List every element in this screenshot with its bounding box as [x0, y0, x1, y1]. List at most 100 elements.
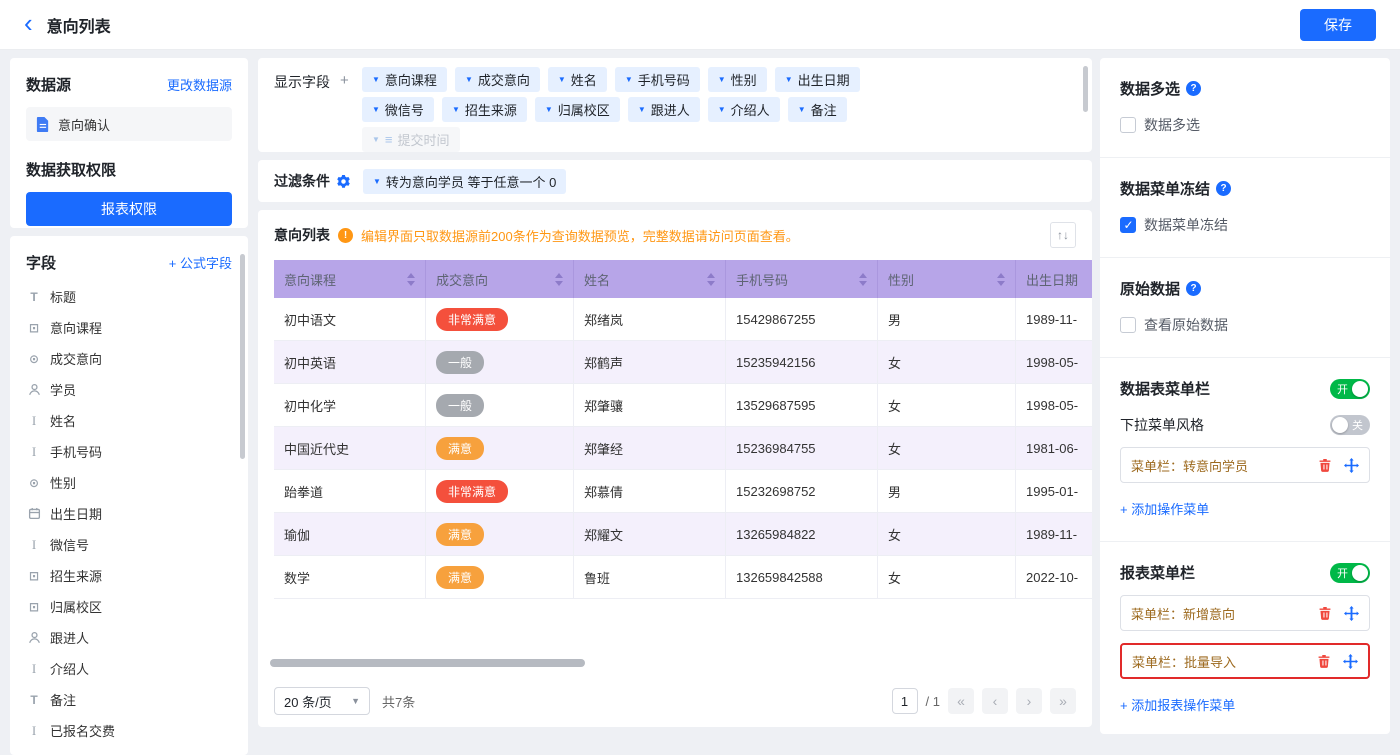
help-icon[interactable]: ?: [1186, 81, 1201, 96]
move-icon[interactable]: [1344, 458, 1359, 473]
display-field-chip[interactable]: ▼介绍人: [708, 97, 780, 122]
menu-bar-item-0[interactable]: 菜单栏：转意向学员: [1120, 447, 1370, 483]
field-item-0[interactable]: T标题: [26, 281, 232, 312]
display-field-chip[interactable]: ▼手机号码: [615, 67, 700, 92]
field-item-4[interactable]: I姓名: [26, 405, 232, 436]
display-field-chip[interactable]: ▼意向课程: [362, 67, 447, 92]
filter-condition-chip[interactable]: ▼ 转为意向学员 等于任意一个 0: [363, 169, 566, 194]
display-field-chip[interactable]: ▼跟进人: [628, 97, 700, 122]
display-field-chip[interactable]: ▼微信号: [362, 97, 434, 122]
current-page-box[interactable]: 1: [892, 688, 918, 714]
field-item-1[interactable]: ⊡意向课程: [26, 312, 232, 343]
field-item-10[interactable]: ⊡归属校区: [26, 591, 232, 622]
save-button[interactable]: 保存: [1300, 9, 1376, 41]
help-icon[interactable]: ?: [1186, 281, 1201, 296]
table-row-0[interactable]: 初中语文非常满意郑绪岚15429867255男1989-11-: [274, 298, 1092, 341]
table-row-1[interactable]: 初中英语一般郑鹤声15235942156女1998-05-: [274, 341, 1092, 384]
display-field-chip[interactable]: ▼成交意向: [455, 67, 540, 92]
trash-icon[interactable]: [1318, 606, 1332, 620]
vertical-scrollbar[interactable]: [240, 254, 245, 459]
menu-bar-item-0[interactable]: 菜单栏：新增意向: [1120, 595, 1370, 631]
chevron-down-icon: ▼: [372, 105, 380, 114]
sort-carets-icon[interactable]: [859, 273, 867, 286]
report-menu-list: 菜单栏：新增意向菜单栏：批量导入: [1120, 595, 1370, 679]
sort-carets-icon[interactable]: [707, 273, 715, 286]
table-row-5[interactable]: 瑜伽满意郑耀文13265984822女1989-11-: [274, 513, 1092, 556]
warning-icon: !: [338, 228, 353, 243]
add-formula-field-link[interactable]: + 公式字段: [169, 253, 232, 272]
column-header-5[interactable]: 出生日期: [1016, 260, 1092, 298]
menu-freeze-checkbox[interactable]: [1120, 217, 1136, 233]
field-item-3[interactable]: 学员: [26, 374, 232, 405]
move-icon[interactable]: [1343, 654, 1358, 669]
vertical-scrollbar[interactable]: [1083, 66, 1088, 112]
table-row-4[interactable]: 跆拳道非常满意郑慕倩15232698752男1995-01-: [274, 470, 1092, 513]
sort-carets-icon[interactable]: [555, 273, 563, 286]
table-menu-toggle[interactable]: 开: [1330, 379, 1370, 399]
multi-select-checkbox[interactable]: [1120, 117, 1136, 133]
display-field-chip[interactable]: ▼归属校区: [535, 97, 620, 122]
table-row-2[interactable]: 初中化学一般郑肇骧13529687595女1998-05-: [274, 384, 1092, 427]
add-operation-menu-link[interactable]: + 添加操作菜单: [1120, 499, 1209, 518]
field-item-11[interactable]: 跟进人: [26, 622, 232, 653]
sort-carets-icon[interactable]: [407, 273, 415, 286]
field-item-12[interactable]: I介绍人: [26, 653, 232, 684]
field-item-8[interactable]: I微信号: [26, 529, 232, 560]
table-cell: 郑耀文: [574, 513, 726, 556]
table-cell: 13265984822: [726, 513, 878, 556]
gear-icon[interactable]: [336, 174, 351, 189]
menu-bar-item-highlighted[interactable]: 菜单栏：批量导入: [1120, 643, 1370, 679]
field-item-9[interactable]: ⊡招生来源: [26, 560, 232, 591]
field-item-14[interactable]: I已报名交费: [26, 715, 232, 746]
column-header-4[interactable]: 性别: [878, 260, 1016, 298]
add-display-field-button[interactable]: +: [340, 72, 349, 143]
page-size-value: 20 条/页: [284, 692, 332, 711]
back-icon[interactable]: ‹: [24, 10, 33, 36]
table-menu-list: 菜单栏：转意向学员: [1120, 447, 1370, 483]
display-field-chips: ▼意向课程▼成交意向▼姓名▼手机号码▼性别▼出生日期▼微信号▼招生来源▼归属校区…: [362, 67, 982, 143]
change-datasource-link[interactable]: 更改数据源: [167, 75, 232, 94]
trash-icon[interactable]: [1318, 458, 1332, 472]
datasource-panel: 数据源 更改数据源 意向确认 数据获取权限 报表权限: [10, 58, 248, 228]
display-field-chip[interactable]: ▼出生日期: [775, 67, 860, 92]
display-field-chip[interactable]: ▼姓名: [548, 67, 607, 92]
table-row-3[interactable]: 中国近代史满意郑肇经15236984755女1981-06-: [274, 427, 1092, 470]
add-report-operation-menu-link[interactable]: + 添加报表操作菜单: [1120, 695, 1235, 714]
move-icon[interactable]: [1344, 606, 1359, 621]
select-icon: ⊡: [26, 600, 42, 614]
menu-bar-item-label: 菜单栏：转意向学员: [1131, 456, 1248, 475]
first-page-button[interactable]: «: [948, 688, 974, 714]
field-item-13[interactable]: T备注: [26, 684, 232, 715]
raw-data-section: 原始数据 ? 查看原始数据: [1100, 258, 1390, 358]
chevron-down-icon: ▼: [798, 105, 806, 114]
trash-icon[interactable]: [1317, 654, 1331, 668]
raw-data-checkbox[interactable]: [1120, 317, 1136, 333]
chip-label: 出生日期: [798, 70, 850, 89]
display-field-chip-disabled[interactable]: ▼≡提交时间: [362, 127, 460, 152]
prev-page-button[interactable]: ‹: [982, 688, 1008, 714]
column-header-3[interactable]: 手机号码: [726, 260, 878, 298]
datasource-item[interactable]: 意向确认: [26, 107, 232, 141]
display-field-chip[interactable]: ▼备注: [788, 97, 847, 122]
column-header-1[interactable]: 成交意向: [426, 260, 574, 298]
field-item-5[interactable]: I手机号码: [26, 436, 232, 467]
column-header-0[interactable]: 意向课程: [274, 260, 426, 298]
help-icon[interactable]: ?: [1216, 181, 1231, 196]
column-header-2[interactable]: 姓名: [574, 260, 726, 298]
report-permission-button[interactable]: 报表权限: [26, 192, 232, 226]
sort-carets-icon[interactable]: [997, 273, 1005, 286]
field-item-2[interactable]: ⊙成交意向: [26, 343, 232, 374]
last-page-button[interactable]: »: [1050, 688, 1076, 714]
page-size-select[interactable]: 20 条/页 ▼: [274, 687, 370, 715]
horizontal-scrollbar[interactable]: [270, 659, 585, 667]
table-row-6[interactable]: 数学满意鲁班132659842588女2022-10-: [274, 556, 1092, 599]
table-sort-button[interactable]: ↑↓: [1050, 222, 1076, 248]
dropdown-style-toggle[interactable]: 关: [1330, 415, 1370, 435]
filter-label: 过滤条件: [274, 171, 330, 191]
display-field-chip[interactable]: ▼性别: [708, 67, 767, 92]
field-item-7[interactable]: 出生日期: [26, 498, 232, 529]
display-field-chip[interactable]: ▼招生来源: [442, 97, 527, 122]
next-page-button[interactable]: ›: [1016, 688, 1042, 714]
field-item-6[interactable]: ⊙性别: [26, 467, 232, 498]
report-menu-toggle[interactable]: 开: [1330, 563, 1370, 583]
